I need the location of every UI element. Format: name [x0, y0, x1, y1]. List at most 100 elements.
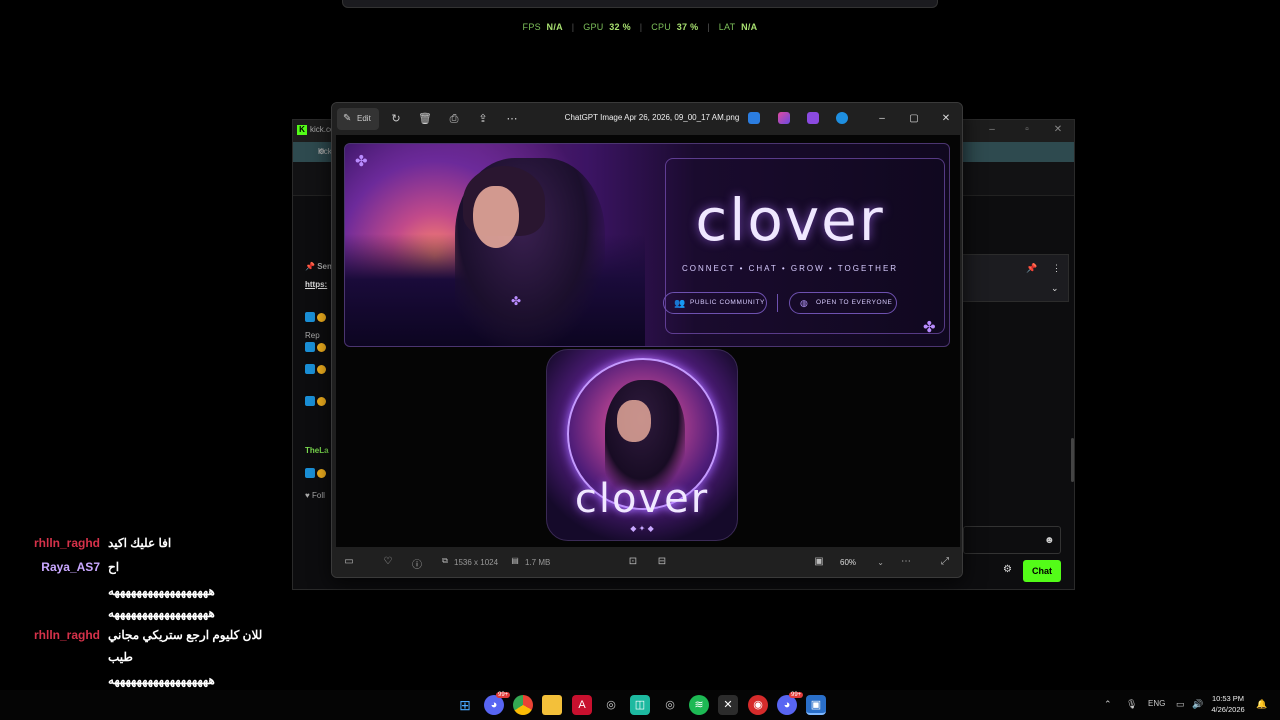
badge-icon	[305, 396, 315, 406]
overlay-chat-line: ههههههههههههههههههه	[0, 673, 280, 687]
steam-icon[interactable]: ◎	[601, 695, 621, 715]
share-icon[interactable]: ⇪	[475, 111, 491, 127]
maximize-icon[interactable]: ▫	[1020, 124, 1034, 135]
steam-icon[interactable]: ◎	[660, 695, 680, 715]
actual-size-icon[interactable]: ▣	[812, 556, 826, 567]
close-icon[interactable]: ✕	[1051, 124, 1065, 135]
file-size: 1.7 MB	[525, 558, 551, 567]
app-icon[interactable]: ◉	[748, 695, 768, 715]
photos-icon[interactable]: ▣	[806, 695, 826, 715]
chat-row	[305, 342, 326, 352]
overlay-chat-message: للان كليوم ارجع ستريكي مجاني	[108, 628, 263, 642]
designer-app-icon[interactable]	[778, 112, 790, 124]
file-title: ChatGPT Image Apr 26, 2026, 09_00_17 AM.…	[564, 113, 740, 122]
microphone-icon[interactable]: 🎙	[1126, 699, 1137, 710]
avatar-title: clover	[574, 476, 710, 522]
chat-row	[305, 396, 326, 406]
discord-icon[interactable]: ◕	[484, 695, 504, 715]
chat-username[interactable]: TheLa	[305, 446, 329, 455]
top-overlay-strip	[342, 0, 938, 8]
overlay-chat-username: rhlln_raghd	[33, 536, 100, 550]
filmstrip-icon[interactable]: ▭	[342, 556, 356, 567]
volume-icon[interactable]: 🔊	[1192, 699, 1203, 710]
zoom-select[interactable]: 60% ⌄	[832, 553, 888, 573]
overlay-chat-message: اح	[108, 560, 120, 574]
rotate-icon[interactable]: ↻	[388, 111, 404, 127]
cpu-value: 37 %	[676, 22, 699, 32]
clipchamp-app-icon[interactable]	[807, 112, 819, 124]
emoji-icon[interactable]: ☻	[1044, 535, 1055, 546]
pinned-message: 📌 Sen	[305, 262, 332, 271]
minimize-icon[interactable]: –	[985, 124, 999, 135]
kick-logo-icon: K	[297, 125, 307, 135]
chat-input[interactable]: ☻	[963, 526, 1061, 554]
language-indicator[interactable]: ENG	[1148, 699, 1165, 708]
notification-badge: 99+	[789, 692, 804, 698]
fullscreen-icon[interactable]: ⤢	[938, 556, 952, 567]
scrollbar[interactable]	[1071, 438, 1074, 482]
chevron-up-icon[interactable]: ⌃	[1104, 699, 1112, 710]
ocr-icon[interactable]: ⊟	[655, 556, 669, 567]
pinned-sender: Sen	[317, 262, 332, 271]
banner-image: ✤ ✤ ✤ clover CONNECT • CHAT • GROW • TOG…	[344, 143, 950, 347]
crop-icon[interactable]: ⊡	[626, 556, 640, 567]
globe-icon: ◍	[800, 298, 809, 308]
gpu-value: 32 %	[609, 22, 631, 32]
info-icon[interactable]: ⓘ	[410, 556, 424, 571]
avatar-character-face	[617, 400, 651, 442]
paint-app-icon[interactable]	[748, 112, 760, 124]
badge-icon	[305, 312, 315, 322]
network-icon[interactable]: ▭	[1176, 699, 1185, 710]
app-icon[interactable]: A	[572, 695, 592, 715]
pinned-link[interactable]: https:	[305, 280, 327, 289]
image-canvas[interactable]: ✤ ✤ ✤ clover CONNECT • CHAT • GROW • TOG…	[336, 135, 960, 547]
chevron-down-icon[interactable]: ⌄	[1051, 283, 1059, 294]
overlay-chat-username: rhlln_raghd	[33, 628, 100, 642]
users-icon: 👥	[674, 298, 686, 308]
app-icon[interactable]: ✕	[718, 695, 738, 715]
close-icon[interactable]: ✕	[938, 111, 954, 127]
chat-settings-icon[interactable]: ⚙	[1003, 564, 1012, 575]
print-icon[interactable]: ⎙	[446, 111, 462, 127]
favorite-icon[interactable]: ♡	[381, 556, 395, 567]
app-icon[interactable]: ◫	[630, 695, 650, 715]
sparkle-icon: ◆ ✦ ◆	[630, 524, 654, 533]
open-to-everyone-pill: ◍ OPEN TO EVERYONE	[789, 292, 897, 314]
coin-icon	[317, 312, 326, 322]
pinned-card: 📌 ⋮ ⌄	[961, 254, 1069, 302]
maximize-icon[interactable]: ▢	[906, 111, 922, 127]
more-icon[interactable]: ⋯	[504, 111, 520, 127]
delete-icon[interactable]: 🗑	[417, 111, 433, 127]
notifications-icon[interactable]: 🔔	[1256, 699, 1267, 710]
chrome-icon[interactable]	[513, 695, 533, 715]
onedrive-icon[interactable]	[836, 112, 848, 124]
public-community-pill: 👥 PUBLIC COMMUNITY	[663, 292, 767, 314]
more-vertical-icon[interactable]: ⋮	[1052, 263, 1061, 274]
banner-title: clover	[695, 186, 885, 254]
pin-icon[interactable]: 📌	[1026, 263, 1037, 274]
more-icon[interactable]: ⋯	[899, 556, 913, 567]
banner-tagline: CONNECT • CHAT • GROW • TOGETHER	[681, 264, 899, 273]
clover-icon: ✤	[355, 153, 368, 170]
start-icon[interactable]: ⊞	[455, 695, 475, 715]
clock-time: 10:53 PM	[1211, 694, 1245, 703]
spotify-icon[interactable]: ≋	[689, 695, 709, 715]
fps-label: FPS	[522, 22, 541, 32]
overlay-chat-message: ههههههههههههههههههه	[108, 673, 215, 687]
badge-icon	[305, 364, 315, 374]
discord-icon[interactable]: ◕	[777, 695, 797, 715]
address-text: kick	[318, 147, 332, 156]
reply-label: Rep	[305, 331, 320, 340]
gpu-label: GPU	[583, 22, 604, 32]
chat-row	[305, 468, 326, 478]
file-explorer-icon[interactable]	[542, 695, 562, 715]
lat-value: N/A	[741, 22, 758, 32]
image-dimensions: 1536 x 1024	[454, 558, 499, 567]
edit-icon: ✎	[343, 113, 352, 124]
clock[interactable]: 10:53 PM 4/26/2026	[1206, 693, 1250, 715]
overlay-chat-line: rhlln_raghd افا عليك اكيد	[0, 536, 280, 550]
chat-send-button[interactable]: Chat	[1023, 560, 1061, 582]
minimize-icon[interactable]: –	[874, 111, 890, 127]
crown-icon	[317, 364, 326, 374]
edit-button[interactable]: ✎ Edit	[337, 108, 379, 130]
